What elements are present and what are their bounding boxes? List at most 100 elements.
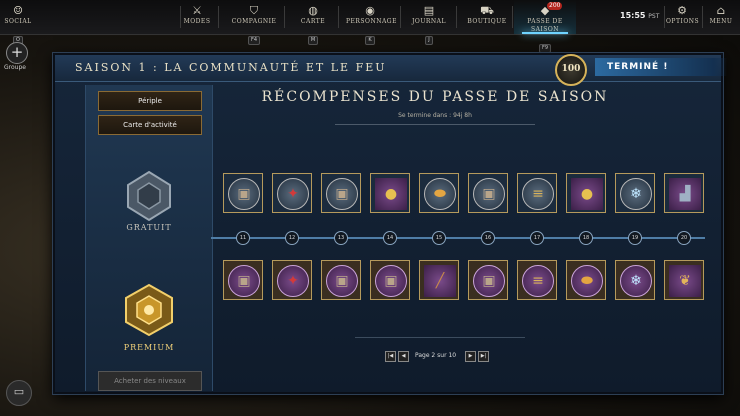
last-page-button[interactable]: ▶|	[478, 351, 489, 362]
nav-journal-label: JOURNAL	[412, 18, 446, 25]
add-group-button[interactable]: +	[6, 42, 28, 64]
nav-social-label: SOCIAL	[4, 18, 32, 25]
premium-reward-slot[interactable]: ▣	[370, 260, 410, 300]
clock-time: 15:55	[620, 11, 646, 20]
free-reward-slot[interactable]: ▟	[664, 173, 704, 213]
nav-character-key: K	[365, 36, 375, 45]
free-reward-slot[interactable]: ≡	[517, 173, 557, 213]
chest-icon: ▣	[335, 273, 349, 289]
person-icon: ◉	[365, 4, 375, 17]
buy-levels-button[interactable]: Acheter des niveaux	[98, 371, 202, 391]
nav-menu-label: MENU	[709, 18, 733, 25]
people-icon: ☺	[13, 4, 23, 17]
free-reward-slot[interactable]: ●	[370, 173, 410, 213]
clock: 15:55 PST	[620, 11, 659, 20]
chest-icon: ▣	[384, 273, 398, 289]
nav-journal[interactable]: ▤ JOURNAL J	[410, 0, 448, 45]
plus-icon: +	[10, 43, 24, 61]
free-reward-slot[interactable]: ⬬	[419, 173, 459, 213]
nav-options[interactable]: ⚙ OPTIONS	[666, 0, 700, 34]
premium-tier-label: PREMIUM	[123, 343, 175, 352]
nav-modes-label: MODES	[183, 18, 211, 25]
chest-icon: ▣	[335, 186, 349, 202]
first-page-button[interactable]: |◀	[385, 351, 396, 362]
level-node: 13	[334, 231, 348, 245]
divider	[456, 6, 457, 28]
premium-reward-slot[interactable]: ╱	[419, 260, 459, 300]
page-indicator: Page 2 sur 10	[415, 352, 457, 359]
premium-reward-slot[interactable]: ❄	[615, 260, 655, 300]
premium-reward-slot[interactable]: ≡	[517, 260, 557, 300]
nav-map-label: CARTE	[300, 18, 326, 25]
nav-options-label: OPTIONS	[666, 18, 700, 25]
chat-button[interactable]: ▭	[6, 380, 32, 406]
nav-map[interactable]: ◍ CARTE M	[296, 0, 330, 45]
home-icon: ⌂	[716, 4, 726, 17]
nav-store-label: BOUTIQUE	[467, 18, 507, 25]
free-reward-slot[interactable]: ✦	[272, 173, 312, 213]
chat-icon: ▭	[13, 385, 25, 398]
gold-coins-pile-icon: ⬬	[434, 186, 446, 202]
red-gems-icon: ✦	[287, 186, 299, 202]
free-reward-slot[interactable]: ❄	[615, 173, 655, 213]
nav-company-key: F4	[247, 36, 261, 45]
premium-reward-slot[interactable]: ✦	[272, 260, 312, 300]
divider	[338, 6, 339, 28]
book-icon: ▤	[423, 4, 435, 17]
premium-reward-slot[interactable]: ▣	[223, 260, 263, 300]
nav-season-pass-label: PASSE DE SAISON	[527, 18, 563, 33]
gear-icon: ⚙	[677, 4, 687, 17]
divider	[400, 6, 401, 28]
prev-page-button[interactable]: ◀	[398, 351, 409, 362]
coin-stacks-icon: ≡	[532, 273, 544, 289]
activity-card-button[interactable]: Carte d'activité	[98, 115, 202, 135]
premium-reward-slot[interactable]: ▣	[321, 260, 361, 300]
status-label: TERMINÉ !	[595, 58, 727, 76]
free-reward-slot[interactable]: ●	[566, 173, 606, 213]
nav-social[interactable]: ☺ SOCIAL O	[4, 0, 32, 45]
notification-badge: 200	[547, 2, 563, 10]
pager-divider	[355, 337, 525, 338]
level-node: 18	[579, 231, 593, 245]
free-reward-slot[interactable]: ▣	[468, 173, 508, 213]
level-node: 15	[432, 231, 446, 245]
crossed-swords-icon: ⚔	[192, 4, 202, 17]
group-label: Groupe	[4, 64, 26, 71]
level-node: 17	[530, 231, 544, 245]
rewards-title: RÉCOMPENSES DU PASSE DE SAISON	[261, 89, 609, 105]
nav-company[interactable]: ⛉ COMPAGNIE F4	[230, 0, 278, 45]
next-page-button[interactable]: ▶	[465, 351, 476, 362]
nav-character[interactable]: ◉ PERSONNAGE K	[346, 0, 397, 45]
premium-reward-slot[interactable]: ⬬	[566, 260, 606, 300]
nav-character-label: PERSONNAGE	[346, 18, 397, 25]
cart-icon: ⛟	[480, 4, 494, 17]
premium-reward-slot[interactable]: ▣	[468, 260, 508, 300]
chest-icon: ▣	[482, 273, 496, 289]
free-reward-slot[interactable]: ▣	[223, 173, 263, 213]
ice-crystals-icon: ❄	[630, 186, 642, 202]
chest-icon: ▣	[482, 186, 496, 202]
gold-coin-icon: ●	[580, 186, 594, 202]
nav-journal-key: J	[425, 36, 433, 45]
divider	[702, 6, 703, 28]
ice-crystals-icon: ❄	[630, 273, 642, 289]
season-pass-panel: SAISON 1 : LA COMMUNAUTÉ ET LE FEU TERMI…	[53, 53, 727, 394]
nav-season-pass-key: F9	[538, 44, 552, 53]
level-node: 12	[285, 231, 299, 245]
nav-modes[interactable]: ⚔ MODES	[180, 0, 214, 34]
nav-season-pass[interactable]: ◆ 200 PASSE DE SAISON F9	[514, 0, 576, 53]
tier-column: Périple Carte d'activité GRATUIT PREMIUM…	[85, 85, 213, 391]
journey-button[interactable]: Périple	[98, 91, 202, 111]
divider	[218, 6, 219, 28]
season-title: SAISON 1 : LA COMMUNAUTÉ ET LE FEU	[75, 61, 387, 74]
coin-stacks-icon: ≡	[532, 186, 544, 202]
chest-icon: ▣	[237, 273, 251, 289]
premium-reward-slot[interactable]: ❦	[664, 260, 704, 300]
free-reward-slot[interactable]: ▣	[321, 173, 361, 213]
nav-menu[interactable]: ⌂ MENU	[706, 0, 736, 34]
divider	[664, 6, 665, 28]
level-node: 16	[481, 231, 495, 245]
level-badge: 100	[555, 54, 587, 86]
divider	[284, 6, 285, 28]
nav-store[interactable]: ⛟ BOUTIQUE	[466, 0, 508, 34]
